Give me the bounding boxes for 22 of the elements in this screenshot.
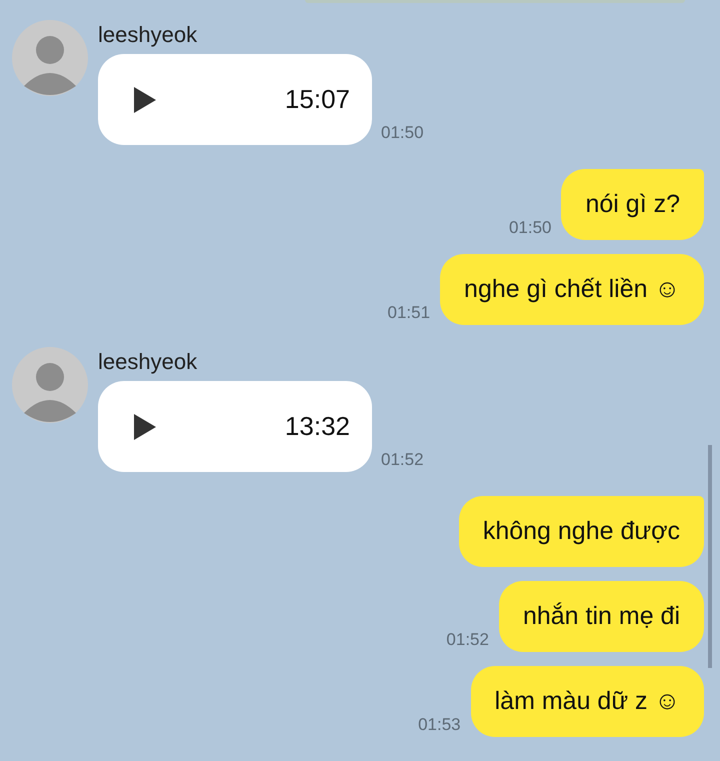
voice-message-bubble[interactable]: 15:07 bbox=[98, 54, 372, 145]
play-icon[interactable] bbox=[134, 86, 156, 112]
message-time: 01:51 bbox=[388, 303, 430, 323]
message-bubble: làm màu dữ z ☺ bbox=[470, 666, 704, 737]
message-bubble: nhắn tin mẹ đi bbox=[498, 581, 704, 652]
message-bubble: nói gì z? bbox=[561, 169, 704, 240]
message-time: 01:52 bbox=[381, 450, 424, 470]
sender-name: leeshyeok bbox=[98, 22, 198, 48]
message-time: 01:50 bbox=[508, 218, 552, 238]
avatar[interactable] bbox=[12, 20, 88, 96]
voice-duration: 13:32 bbox=[284, 411, 350, 442]
play-icon[interactable] bbox=[134, 414, 156, 440]
message-time: 01:52 bbox=[446, 630, 489, 650]
avatar[interactable] bbox=[12, 347, 88, 423]
message-time: 01:50 bbox=[381, 123, 424, 143]
message-time: 01:53 bbox=[418, 715, 461, 735]
scrollbar[interactable] bbox=[708, 445, 712, 668]
message-bubble: nghe gì chết liền ☺ bbox=[440, 254, 704, 325]
voice-message-bubble[interactable]: 13:32 bbox=[98, 381, 372, 472]
voice-duration: 15:07 bbox=[284, 84, 350, 115]
message-bubble: không nghe được bbox=[458, 496, 704, 567]
sender-name: leeshyeok bbox=[98, 349, 198, 375]
